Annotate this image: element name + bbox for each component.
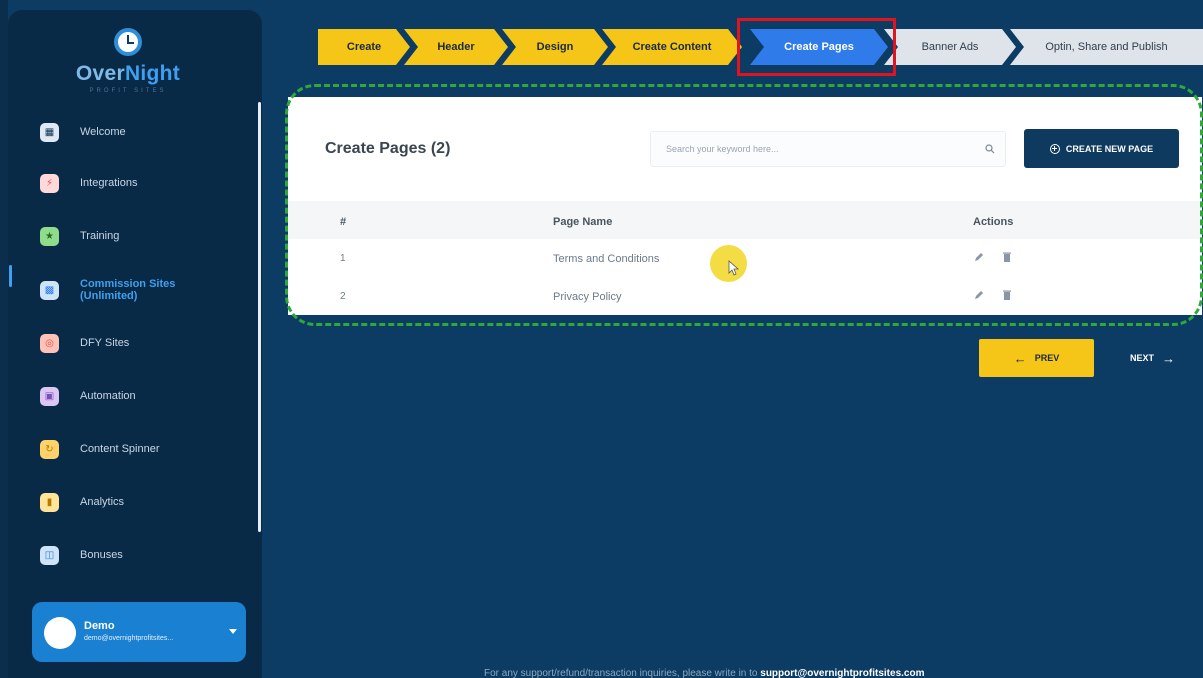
step-design[interactable]: Design — [502, 29, 608, 65]
arrow-left-icon: ← — [1013, 350, 1027, 366]
target-icon: ◎ — [40, 333, 59, 353]
create-new-page-button[interactable]: CREATE NEW PAGE — [1024, 129, 1179, 168]
plug-icon: ⚡ — [40, 173, 59, 193]
next-button[interactable]: NEXT → — [1130, 339, 1175, 377]
search-placeholder: Search your keyword here... — [666, 144, 779, 154]
chevron-down-icon[interactable] — [229, 629, 237, 634]
sidebar-item-analytics[interactable]: ▮ Analytics — [8, 482, 248, 522]
page-name-link[interactable]: Terms and Conditions — [553, 253, 659, 265]
logo[interactable]: OverNight PROFIT SITES — [8, 28, 248, 94]
highlight-box — [737, 18, 896, 76]
window-edge — [0, 0, 8, 678]
sidebar-item-label: Bonuses — [80, 549, 123, 561]
sidebar: OverNight PROFIT SITES ▦ Welcome ⚡ Integ… — [8, 10, 262, 678]
prev-button[interactable]: ← PREV — [979, 339, 1094, 377]
sidebar-item-integrations[interactable]: ⚡ Integrations — [8, 163, 248, 203]
sidebar-item-bonuses[interactable]: ◫ Bonuses — [8, 535, 248, 575]
robot-icon: ▣ — [40, 386, 59, 406]
sidebar-item-label: Integrations — [80, 177, 138, 189]
support-email-link[interactable]: support@overnightprofitsites.com — [760, 668, 924, 678]
row-number: 2 — [340, 291, 346, 302]
table-row: 2 Privacy Policy — [288, 277, 1202, 315]
mouse-cursor-icon — [728, 260, 740, 276]
edit-icon[interactable] — [974, 289, 984, 301]
col-header-number: # — [340, 216, 347, 228]
grid-icon: ▩ — [40, 280, 59, 300]
sidebar-scrollbar[interactable] — [258, 102, 261, 532]
trophy-icon: ★ — [40, 226, 59, 246]
avatar — [44, 617, 76, 649]
support-footer: For any support/refund/transaction inqui… — [484, 668, 925, 678]
logo-text: OverNight — [75, 62, 181, 85]
col-header-actions: Actions — [973, 216, 1014, 228]
chart-icon: ▮ — [40, 492, 59, 512]
arrow-right-icon: → — [1162, 350, 1176, 366]
building-icon: ▦ — [40, 122, 59, 142]
user-menu[interactable]: Demo demo@overnightprofitsites... — [32, 602, 246, 662]
sidebar-item-dfy-sites[interactable]: ◎ DFY Sites — [8, 323, 248, 363]
trash-icon[interactable] — [1002, 289, 1012, 301]
sidebar-item-training[interactable]: ★ Training — [8, 216, 248, 256]
trash-icon[interactable] — [1002, 251, 1012, 263]
step-header[interactable]: Header — [404, 29, 508, 65]
clock-logo-icon — [114, 28, 142, 56]
edit-icon[interactable] — [974, 251, 984, 263]
plus-circle-icon — [1049, 143, 1060, 154]
sidebar-item-label: Welcome — [80, 126, 126, 138]
search-input[interactable]: Search your keyword here... — [650, 131, 1006, 167]
sidebar-item-label: Analytics — [80, 496, 125, 508]
gift-icon: ◫ — [40, 545, 59, 565]
step-banner-ads[interactable]: Banner Ads — [884, 29, 1016, 65]
step-create-content[interactable]: Create Content — [602, 29, 742, 65]
sidebar-item-label: Content Spinner — [80, 443, 160, 455]
sidebar-item-label: Training — [80, 230, 120, 242]
col-header-page-name: Page Name — [553, 216, 613, 228]
sidebar-item-commission-sites[interactable]: ▩ Commission Sites (Unlimited) — [8, 270, 248, 310]
sidebar-item-label: Automation — [80, 390, 136, 402]
user-name: Demo — [84, 620, 115, 632]
step-create[interactable]: Create — [318, 29, 410, 65]
sidebar-item-label: Commission Sites (Unlimited) — [80, 278, 176, 302]
user-email: demo@overnightprofitsites... — [84, 635, 174, 642]
page-title: Create Pages (2) — [325, 140, 451, 157]
step-optin-share-publish[interactable]: Optin, Share and Publish — [1010, 29, 1203, 65]
table-header: # Page Name Actions — [288, 201, 1202, 239]
sidebar-item-welcome[interactable]: ▦ Welcome — [8, 112, 248, 152]
page-name-link[interactable]: Privacy Policy — [553, 291, 621, 303]
pages-card: Create Pages (2) Search your keyword her… — [288, 97, 1202, 315]
row-number: 1 — [340, 253, 346, 264]
search-icon[interactable] — [985, 144, 995, 154]
sidebar-item-content-spinner[interactable]: ↻ Content Spinner — [8, 429, 248, 469]
sidebar-item-automation[interactable]: ▣ Automation — [8, 376, 248, 416]
active-indicator — [9, 265, 12, 287]
logo-subtitle: PROFIT SITES — [89, 88, 167, 94]
spinner-icon: ↻ — [40, 439, 59, 459]
sidebar-item-label: DFY Sites — [80, 337, 130, 349]
